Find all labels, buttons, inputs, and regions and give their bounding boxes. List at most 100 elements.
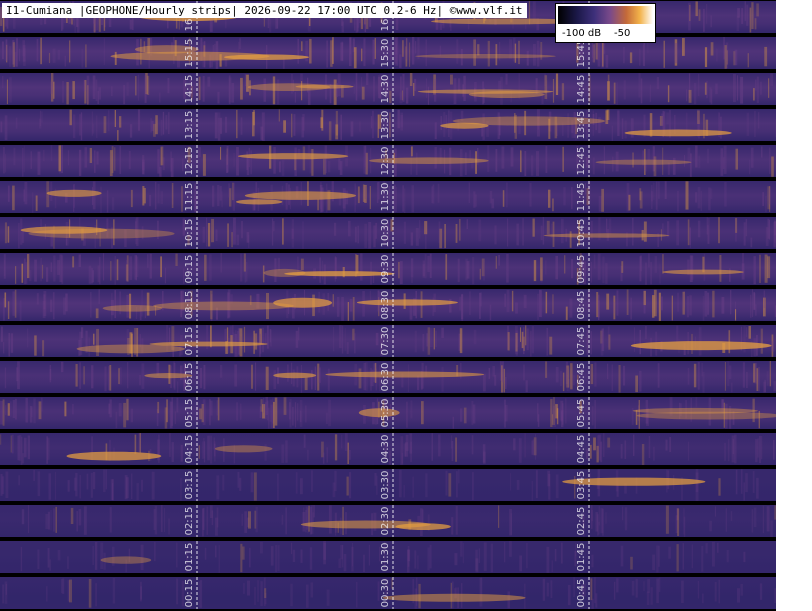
strip-noise <box>621 261 624 273</box>
strip-noise <box>176 397 179 413</box>
strip-noise <box>561 410 564 428</box>
strip-noise <box>328 399 331 427</box>
strip-noise <box>551 560 553 572</box>
strip-noise <box>216 475 220 500</box>
strip-noise <box>520 149 522 172</box>
strip-noise <box>531 481 533 501</box>
strip-noise <box>411 146 413 157</box>
strip-noise <box>231 232 233 248</box>
strip-noise <box>225 116 228 133</box>
strip-noise <box>236 402 238 421</box>
strip-noise <box>759 583 763 600</box>
strip-noise <box>763 290 766 308</box>
time-label-0415: 04:15 <box>184 435 195 464</box>
strip-noise <box>47 511 50 530</box>
strip-noise <box>311 370 313 390</box>
strip-noise <box>545 291 548 314</box>
strip-noise <box>749 159 751 175</box>
time-label-1130: 11:30 <box>380 183 391 212</box>
strip-noise <box>266 325 269 349</box>
strip-noise <box>513 438 516 451</box>
strip-noise <box>276 79 280 105</box>
strip-noise <box>695 472 699 501</box>
strip-noise <box>61 579 63 594</box>
strip-noise <box>459 219 461 241</box>
strip-noise <box>398 261 400 279</box>
strip-noise <box>204 254 207 281</box>
strip-noise <box>697 110 700 124</box>
strip-noise <box>97 90 99 104</box>
strip-noise <box>402 40 404 57</box>
strip-noise <box>413 83 415 96</box>
time-label-1045: 10:45 <box>576 219 587 248</box>
strip-noise <box>93 333 95 345</box>
strip-noise <box>129 19 133 30</box>
strip-noise <box>67 150 70 166</box>
strip-noise <box>291 113 293 138</box>
strip-noise <box>341 325 344 354</box>
strip-noise <box>154 542 156 562</box>
strip-noise <box>332 326 335 352</box>
strip-noise <box>36 293 39 305</box>
strip-noise <box>118 403 122 417</box>
strip-noise <box>724 45 727 69</box>
strip-noise <box>718 579 721 604</box>
strip-noise <box>7 185 10 202</box>
strip-noise <box>697 220 701 238</box>
strip-noise <box>3 342 5 354</box>
strip-signal <box>237 153 349 160</box>
strip-noise <box>659 263 661 284</box>
strip-noise <box>244 511 248 533</box>
strip-signal <box>468 91 545 98</box>
strip-noise <box>409 42 411 67</box>
strip-noise <box>734 49 738 66</box>
strip-noise <box>250 150 252 175</box>
strip-noise <box>425 221 427 249</box>
strip-noise <box>399 261 403 284</box>
strip-noise <box>518 40 520 65</box>
strip-noise <box>510 513 512 535</box>
strip-noise <box>46 267 49 282</box>
strip-noise <box>94 541 98 570</box>
strip-noise <box>596 435 600 453</box>
strip-noise <box>243 583 245 594</box>
strip-noise <box>456 39 459 64</box>
strip-noise <box>561 218 564 244</box>
strip-noise <box>488 367 491 379</box>
strip-noise <box>222 474 225 491</box>
strip-noise <box>254 586 256 605</box>
strip-noise <box>537 293 539 320</box>
strip-signal <box>662 269 744 275</box>
strip-noise <box>33 398 36 424</box>
strip-noise <box>135 76 137 96</box>
strip-noise <box>546 582 549 597</box>
strip-signal <box>46 189 102 197</box>
strip-noise <box>770 520 773 537</box>
strip-noise <box>422 333 425 352</box>
strip-noise <box>756 477 759 499</box>
strip-noise <box>767 256 771 279</box>
strip-noise <box>96 151 99 165</box>
strip-noise <box>23 437 27 458</box>
strip-noise <box>334 434 338 461</box>
strip-noise <box>656 545 659 573</box>
strip-noise <box>340 114 342 140</box>
time-label-0315: 03:15 <box>184 471 195 500</box>
strip-noise <box>363 554 365 572</box>
strip-noise <box>613 301 615 314</box>
strip-noise <box>203 441 206 463</box>
strip-separator <box>0 285 776 288</box>
strip-noise <box>219 185 222 201</box>
strip-noise <box>753 507 757 528</box>
strip-noise <box>560 542 563 564</box>
strip-noise <box>22 45 26 62</box>
strip-noise <box>393 184 396 213</box>
strip-noise <box>598 195 602 212</box>
strip-noise <box>126 82 129 96</box>
strip-noise <box>294 402 297 428</box>
strip-separator <box>0 213 776 216</box>
strip-separator <box>0 249 776 252</box>
strip-noise <box>15 266 17 284</box>
strip-noise <box>431 433 433 461</box>
strip-noise <box>502 190 505 207</box>
